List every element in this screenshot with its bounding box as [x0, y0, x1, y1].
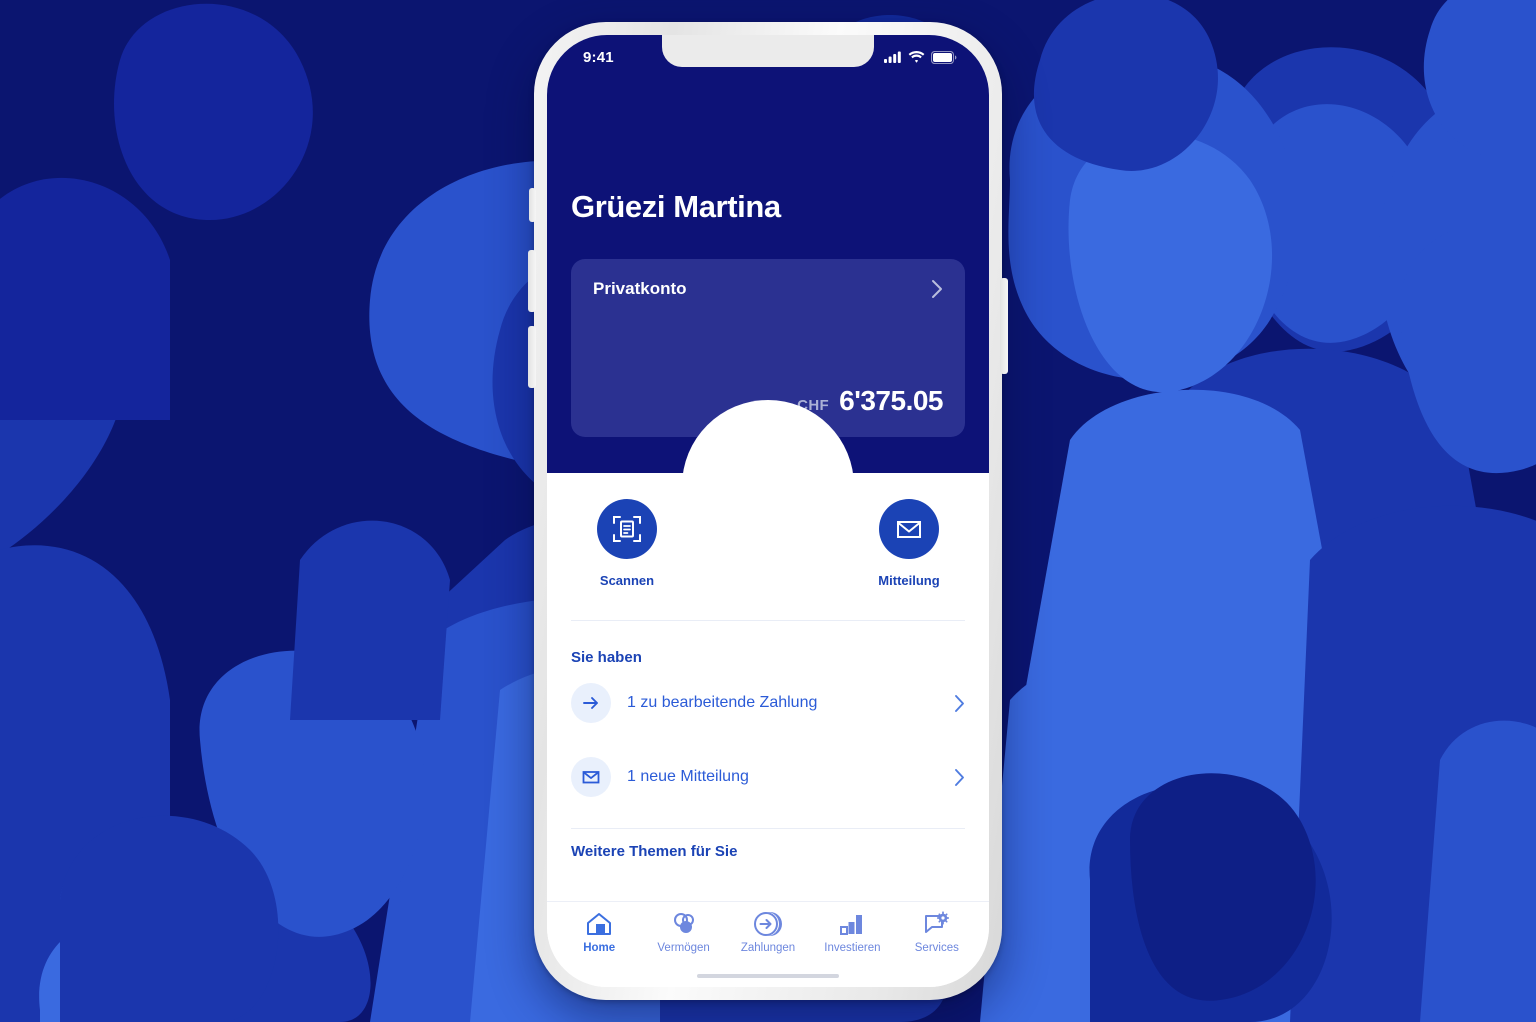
tab-label: Zahlungen [740, 942, 796, 954]
account-balance: CHF 6'375.05 [797, 385, 943, 417]
quick-action-label: Mitteilung [878, 573, 940, 588]
volume-up-button[interactable] [528, 250, 536, 312]
power-button[interactable] [1000, 278, 1008, 374]
envelope-icon [897, 521, 921, 538]
page-title: Grüezi Martina [571, 189, 781, 224]
home-indicator [697, 974, 839, 978]
circles-icon [673, 913, 694, 933]
section-divider [571, 620, 965, 621]
tab-label: Home [583, 942, 616, 954]
wifi-icon [908, 51, 925, 63]
section-title-sie-haben: Sie haben [571, 649, 642, 666]
tab-label: Investieren [824, 942, 881, 954]
battery-icon [931, 50, 957, 64]
cellular-signal-icon [884, 51, 901, 63]
chat-gear-icon [924, 911, 949, 933]
balance-amount: 6'375.05 [839, 385, 943, 416]
chevron-right-icon [955, 694, 964, 712]
list-item-label: 1 neue Mitteilung [627, 768, 749, 785]
account-name: Privatkonto [593, 279, 687, 298]
tab-home[interactable]: Home [557, 911, 641, 954]
volume-down-button[interactable] [528, 326, 536, 388]
tab-label: Services [914, 942, 959, 954]
document-scan-icon [613, 516, 641, 542]
status-time: 9:41 [583, 48, 614, 66]
quick-action-label: Scannen [599, 573, 655, 588]
envelope-icon [571, 757, 611, 797]
quick-action-scannen[interactable]: Scannen [579, 499, 675, 588]
list-item-label: 1 zu bearbeitende Zahlung [627, 694, 818, 711]
quick-action-mitteilung[interactable]: Mitteilung [861, 499, 957, 588]
arrow-right-icon [571, 683, 611, 723]
phone-screen: 9:41 Grüezi Martina Privatkonto CHF 6'37… [547, 35, 989, 987]
list-item[interactable]: 1 zu bearbeitende Zahlung [571, 666, 965, 740]
tab-vermoegen[interactable]: Vermögen [641, 911, 725, 954]
scan-button[interactable] [597, 499, 657, 559]
phone-frame: 9:41 Grüezi Martina Privatkonto CHF 6'37… [534, 22, 1002, 1000]
house-icon [587, 913, 612, 935]
message-button[interactable] [879, 499, 939, 559]
section-title-weitere-themen: Weitere Themen für Sie [571, 843, 738, 860]
silence-switch[interactable] [529, 188, 536, 222]
tab-zahlungen[interactable]: Zahlungen [726, 911, 810, 954]
tab-services[interactable]: Services [895, 911, 979, 954]
chevron-right-icon [932, 280, 942, 298]
arrow-circle-icon [754, 912, 783, 936]
tab-label: Vermögen [657, 942, 710, 954]
chevron-right-icon [955, 768, 964, 786]
phone-notch [662, 35, 874, 67]
list-item[interactable]: 1 neue Mitteilung [571, 740, 965, 814]
section-divider [571, 828, 965, 829]
header-circle-cutout [682, 400, 854, 572]
bar-chart-icon [840, 915, 863, 935]
tab-investieren[interactable]: Investieren [810, 911, 894, 954]
